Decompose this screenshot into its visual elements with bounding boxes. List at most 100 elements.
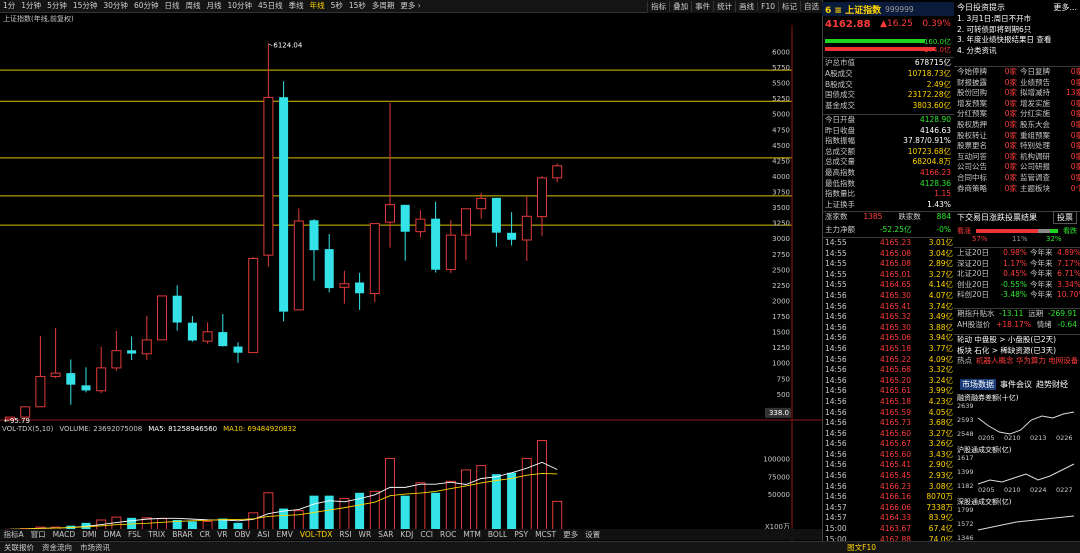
indicator-tab[interactable]: BOLL bbox=[484, 530, 510, 539]
candle-body[interactable] bbox=[415, 218, 426, 233]
indicator-tab[interactable]: DMA bbox=[100, 530, 124, 539]
period-tab[interactable]: 1分 bbox=[0, 0, 18, 12]
candle-body[interactable] bbox=[507, 232, 517, 240]
info-item[interactable]: 2. 可转债即将到期6只 bbox=[954, 25, 1080, 36]
candle-body[interactable] bbox=[96, 367, 107, 392]
indicator-tab[interactable]: BRAR bbox=[169, 530, 196, 539]
period-tab[interactable]: 周线 bbox=[182, 0, 203, 12]
indicator-tab[interactable]: MACD bbox=[49, 530, 78, 539]
candle-body[interactable] bbox=[369, 223, 380, 295]
status-tab[interactable]: 关联报价 bbox=[0, 542, 38, 553]
candle-body[interactable] bbox=[202, 331, 213, 342]
event-stat-row[interactable]: 今始停牌 0家 今日复牌 0家 bbox=[954, 67, 1080, 78]
hot-topics[interactable]: 机器人概念 华为算力 电网设备 bbox=[976, 356, 1078, 367]
info-tab[interactable]: 市场数据 bbox=[960, 378, 996, 390]
toolbar-button[interactable]: 叠加 bbox=[669, 1, 691, 12]
period-tab[interactable]: 60分钟 bbox=[131, 0, 162, 12]
toolbar-button[interactable]: F10 bbox=[757, 2, 778, 11]
toolbar-button[interactable]: 统计 bbox=[713, 1, 735, 12]
period-tab[interactable]: 季线 bbox=[286, 0, 307, 12]
period-tab[interactable]: 45日线 bbox=[255, 0, 286, 12]
candle-body[interactable] bbox=[141, 339, 152, 355]
period-tab[interactable]: 5秒 bbox=[328, 0, 346, 12]
candle-body[interactable] bbox=[355, 282, 365, 294]
info-tab[interactable]: 趋势财经 bbox=[1036, 379, 1068, 390]
candle-body[interactable] bbox=[279, 97, 289, 312]
info-item[interactable]: 4. 分类资讯 bbox=[954, 46, 1080, 57]
event-stat-row[interactable]: 财报披露 0家 业绩预告 0家 bbox=[954, 78, 1080, 89]
candle-body[interactable] bbox=[20, 406, 31, 418]
indicator-tab[interactable]: 指标A bbox=[0, 529, 27, 540]
indicator-tab[interactable]: CCI bbox=[417, 530, 437, 539]
event-stat-row[interactable]: 互动问答 0家 机构调研 0家 bbox=[954, 152, 1080, 163]
candle-body[interactable] bbox=[309, 220, 319, 251]
period-tab[interactable]: 30分钟 bbox=[100, 0, 131, 12]
candle-body[interactable] bbox=[385, 204, 395, 223]
event-stat-row[interactable]: 股票更名 0家 特别处理 0家 bbox=[954, 141, 1080, 152]
candle-body[interactable] bbox=[172, 295, 182, 323]
event-stat-row[interactable]: 券商策略 0家 主题板块 0个 bbox=[954, 184, 1080, 195]
toolbar-button[interactable]: 画线 bbox=[735, 1, 757, 12]
candle-body[interactable] bbox=[491, 197, 501, 233]
f10-button[interactable]: 图文F10 bbox=[843, 542, 880, 553]
candle-body[interactable] bbox=[293, 220, 304, 311]
period-tab[interactable]: 10分钟 bbox=[224, 0, 255, 12]
period-tab[interactable]: 15秒 bbox=[346, 0, 369, 12]
indicator-tab[interactable]: PSY bbox=[511, 530, 532, 539]
candle-body[interactable] bbox=[400, 204, 410, 232]
indicator-tab[interactable]: 设置 bbox=[582, 529, 604, 540]
indicator-tab[interactable]: 窗口 bbox=[27, 529, 49, 540]
indicator-tab[interactable]: EMV bbox=[273, 530, 296, 539]
quote-header[interactable]: 6 ≡ 上证指数 999999 bbox=[822, 2, 954, 16]
candle-body[interactable] bbox=[521, 215, 532, 241]
info-item[interactable]: 3. 年度业绩快报结果日 查看 bbox=[954, 35, 1080, 46]
candle-body[interactable] bbox=[66, 373, 76, 385]
event-stat-row[interactable]: 股权转让 0家 重组预案 0家 bbox=[954, 131, 1080, 142]
status-tab[interactable]: 资金流向 bbox=[38, 542, 76, 553]
indicator-tab[interactable]: OBV bbox=[231, 530, 254, 539]
candle-body[interactable] bbox=[187, 322, 197, 341]
event-stat-row[interactable]: 增发预案 0家 增发实施 0家 bbox=[954, 99, 1080, 110]
candlestick-chart[interactable]: 6000 5750 5500 5250 5000 4750 4500 4250 4000 3750… bbox=[0, 13, 822, 553]
indicator-tab[interactable]: FSL bbox=[124, 530, 144, 539]
candle-body[interactable] bbox=[218, 332, 228, 347]
period-tab[interactable]: 年线 bbox=[307, 0, 328, 12]
candle-body[interactable] bbox=[537, 177, 547, 218]
event-stat-row[interactable]: 股份回购 0家 拟增减持 13家 bbox=[954, 88, 1080, 99]
candle-body[interactable] bbox=[476, 197, 487, 210]
indicator-tab[interactable]: CR bbox=[196, 530, 213, 539]
event-stat-row[interactable]: 合同中标 0家 监管调查 0家 bbox=[954, 173, 1080, 184]
candle-body[interactable] bbox=[50, 372, 61, 377]
info-item[interactable]: 1. 3月1日:周日不开市 bbox=[954, 14, 1080, 25]
toolbar-button[interactable]: 指标 bbox=[647, 1, 669, 12]
event-stat-row[interactable]: 公司公告 0家 公司研报 0家 bbox=[954, 162, 1080, 173]
candle-body[interactable] bbox=[233, 346, 243, 353]
vote-button[interactable]: 投票 bbox=[1053, 211, 1077, 224]
candle-body[interactable] bbox=[111, 350, 122, 369]
candle-body[interactable] bbox=[35, 375, 46, 408]
candle-body[interactable] bbox=[445, 234, 456, 271]
event-stat-row[interactable]: 股权质押 0家 股东大会 0家 bbox=[954, 120, 1080, 131]
indicator-tab[interactable]: VOL-TDX bbox=[296, 530, 335, 539]
period-tab[interactable]: 日线 bbox=[161, 0, 182, 12]
indicator-tab[interactable]: DMI bbox=[79, 530, 100, 539]
candle-body[interactable] bbox=[127, 350, 137, 354]
indicator-tab[interactable]: ASI bbox=[254, 530, 273, 539]
indicator-tab[interactable]: VR bbox=[214, 530, 231, 539]
period-tab[interactable]: 1分钟 bbox=[18, 0, 44, 12]
candle-body[interactable] bbox=[431, 218, 441, 270]
toolbar-button[interactable]: 事件 bbox=[691, 1, 713, 12]
period-tab[interactable]: 月线 bbox=[203, 0, 224, 12]
indicator-tab[interactable]: 更多 bbox=[560, 529, 582, 540]
candle-body[interactable] bbox=[324, 249, 334, 289]
indicator-tab[interactable]: MTM bbox=[460, 530, 485, 539]
candle-body[interactable] bbox=[461, 208, 471, 236]
candle-body[interactable] bbox=[157, 295, 167, 341]
indicator-tab[interactable]: ROC bbox=[437, 530, 460, 539]
indicator-tab[interactable]: MCST bbox=[532, 530, 560, 539]
indicator-tab[interactable]: WR bbox=[355, 530, 375, 539]
period-tab[interactable]: 更多 › bbox=[397, 0, 423, 12]
toolbar-button[interactable]: 标记 bbox=[778, 1, 800, 12]
toolbar-button[interactable]: 自选 bbox=[800, 1, 822, 12]
period-tab[interactable]: 5分钟 bbox=[44, 0, 70, 12]
